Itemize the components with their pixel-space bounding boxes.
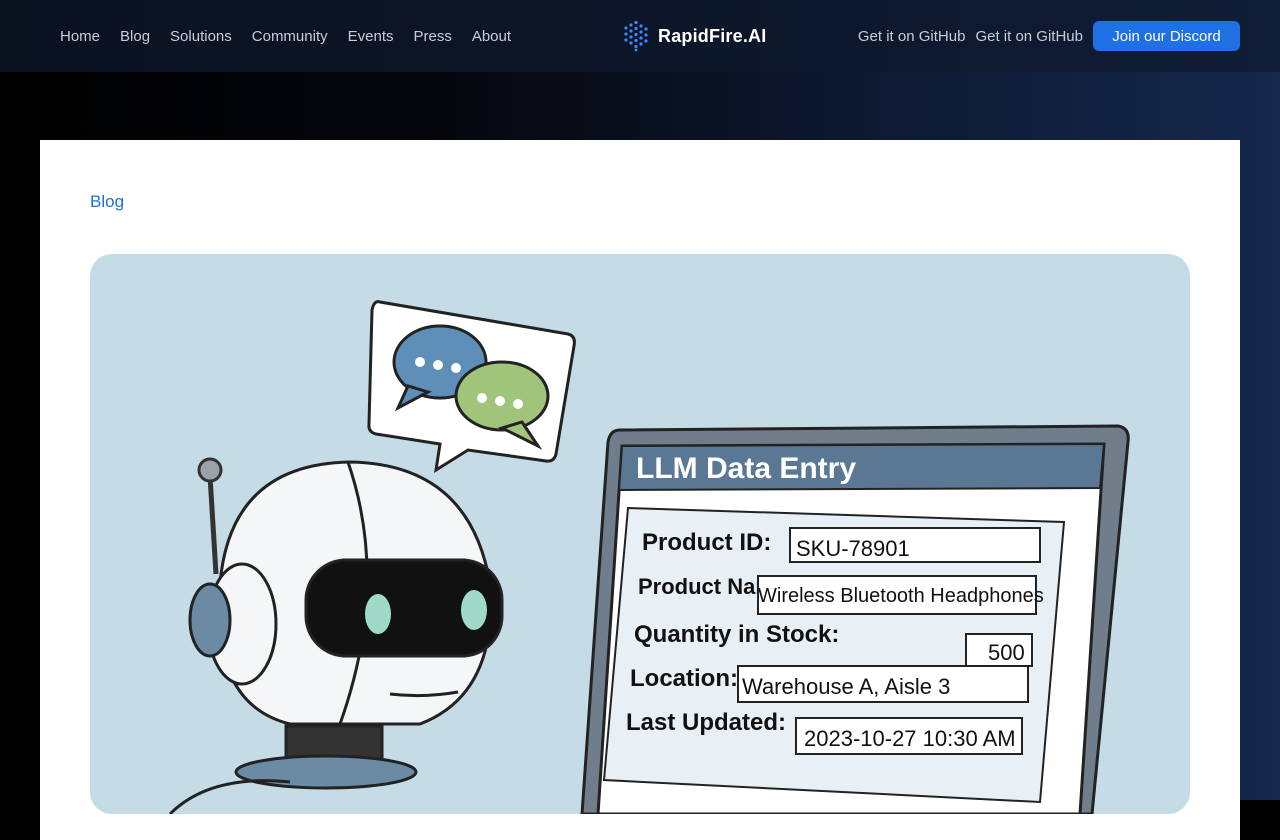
field-value-product-id: SKU-78901 [796,536,910,561]
cube-logo-icon [624,20,648,52]
top-navbar: Home Blog Solutions Community Events Pre… [0,0,1280,72]
field-label-quantity: Quantity in Stock: [634,621,839,648]
robot-illustration [168,457,504,814]
logo-text: RapidFire.AI [658,25,767,46]
nav-about[interactable]: About [472,28,511,45]
breadcrumb-blog[interactable]: Blog [90,192,124,212]
github-link[interactable]: Get it on GitHub [858,28,966,45]
field-value-product-name: Wireless Bluetooth Headphones [758,585,1044,607]
nav-solutions[interactable]: Solutions [170,28,232,45]
field-label-product-id: Product ID: [642,529,771,556]
github-link-secondary[interactable]: Get it on GitHub [975,28,1083,45]
article-hero-image: LLM Data Entry Product ID: Product Name:… [90,254,1190,814]
brand-logo[interactable]: RapidFire.AI [622,19,766,53]
field-label-location: Location: [630,665,738,692]
primary-nav: Home Blog Solutions Community Events Pre… [60,0,531,72]
nav-press[interactable]: Press [413,28,451,45]
data-entry-monitor: LLM Data Entry Product ID: Product Name:… [580,424,1130,814]
field-label-last-updated: Last Updated: [626,709,786,736]
chat-bubbles-icon [367,300,576,474]
field-value-last-updated: 2023-10-27 10:30 AM [804,726,1016,751]
article-card: Blog LLM Data Entry Product ID: Product … [40,140,1240,840]
nav-blog[interactable]: Blog [120,28,150,45]
nav-community[interactable]: Community [252,28,328,45]
nav-home[interactable]: Home [60,28,100,45]
nav-events[interactable]: Events [348,28,394,45]
field-value-quantity: 500 [988,640,1025,665]
monitor-window-title: LLM Data Entry [636,452,856,485]
field-value-location: Warehouse A, Aisle 3 [742,674,950,699]
join-discord-button[interactable]: Join our Discord [1093,21,1240,51]
nav-actions: Get it on GitHub Get it on GitHub Join o… [858,0,1240,72]
